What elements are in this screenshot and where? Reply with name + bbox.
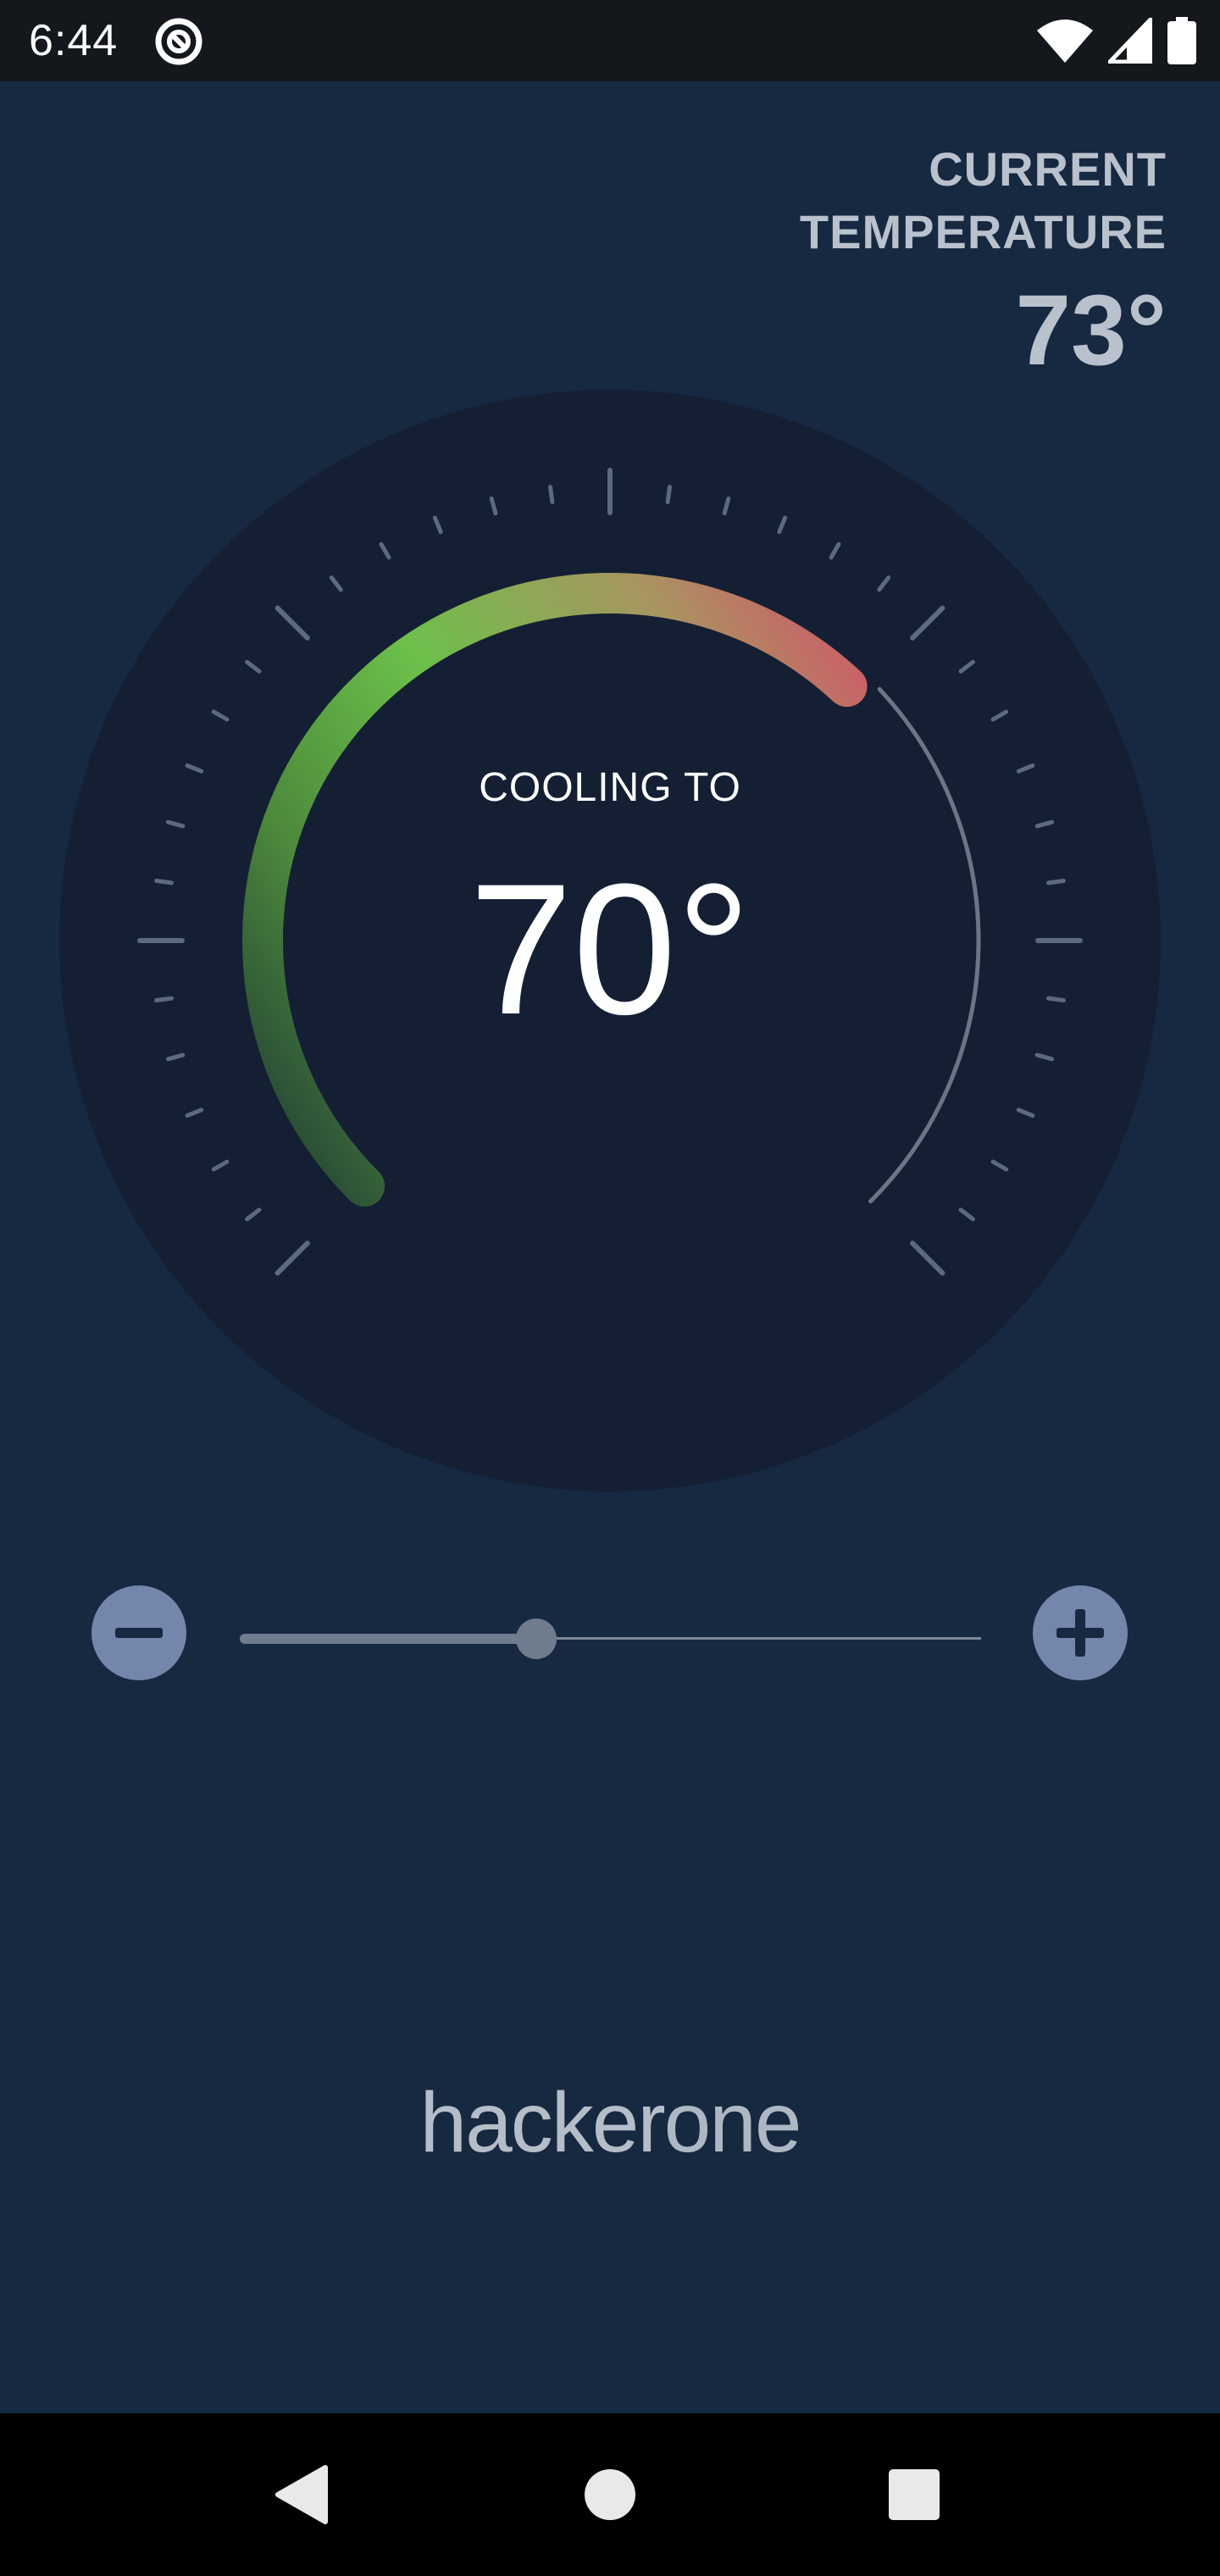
back-icon[interactable]: [254, 2413, 356, 2576]
minus-icon: [115, 1628, 163, 1638]
dial-minor-tick: [665, 485, 672, 504]
home-icon[interactable]: [559, 2413, 661, 2576]
logo-text-part1: hacker: [419, 2075, 665, 2170]
navigation-bar: [0, 2413, 1220, 2576]
decrease-button[interactable]: [92, 1585, 186, 1680]
recents-icon[interactable]: [863, 2413, 965, 2576]
temperature-slider[interactable]: [240, 1617, 981, 1659]
logo-text-part2: one: [663, 2075, 802, 2170]
dial-minor-tick: [1046, 996, 1066, 1002]
slider-thumb[interactable]: [516, 1618, 557, 1659]
dial-minor-tick: [1046, 879, 1066, 886]
setpoint-value: 70°: [469, 845, 751, 1053]
dial-minor-tick: [154, 879, 174, 886]
dial-minor-tick: [548, 485, 555, 504]
increase-button[interactable]: [1033, 1585, 1128, 1680]
slider-fill: [240, 1634, 536, 1644]
plus-icon: [1056, 1609, 1104, 1657]
dial-minor-tick: [154, 996, 174, 1002]
mode-label: COOLING TO: [479, 765, 741, 810]
hackerone-logo: hackerone: [356, 2068, 864, 2178]
